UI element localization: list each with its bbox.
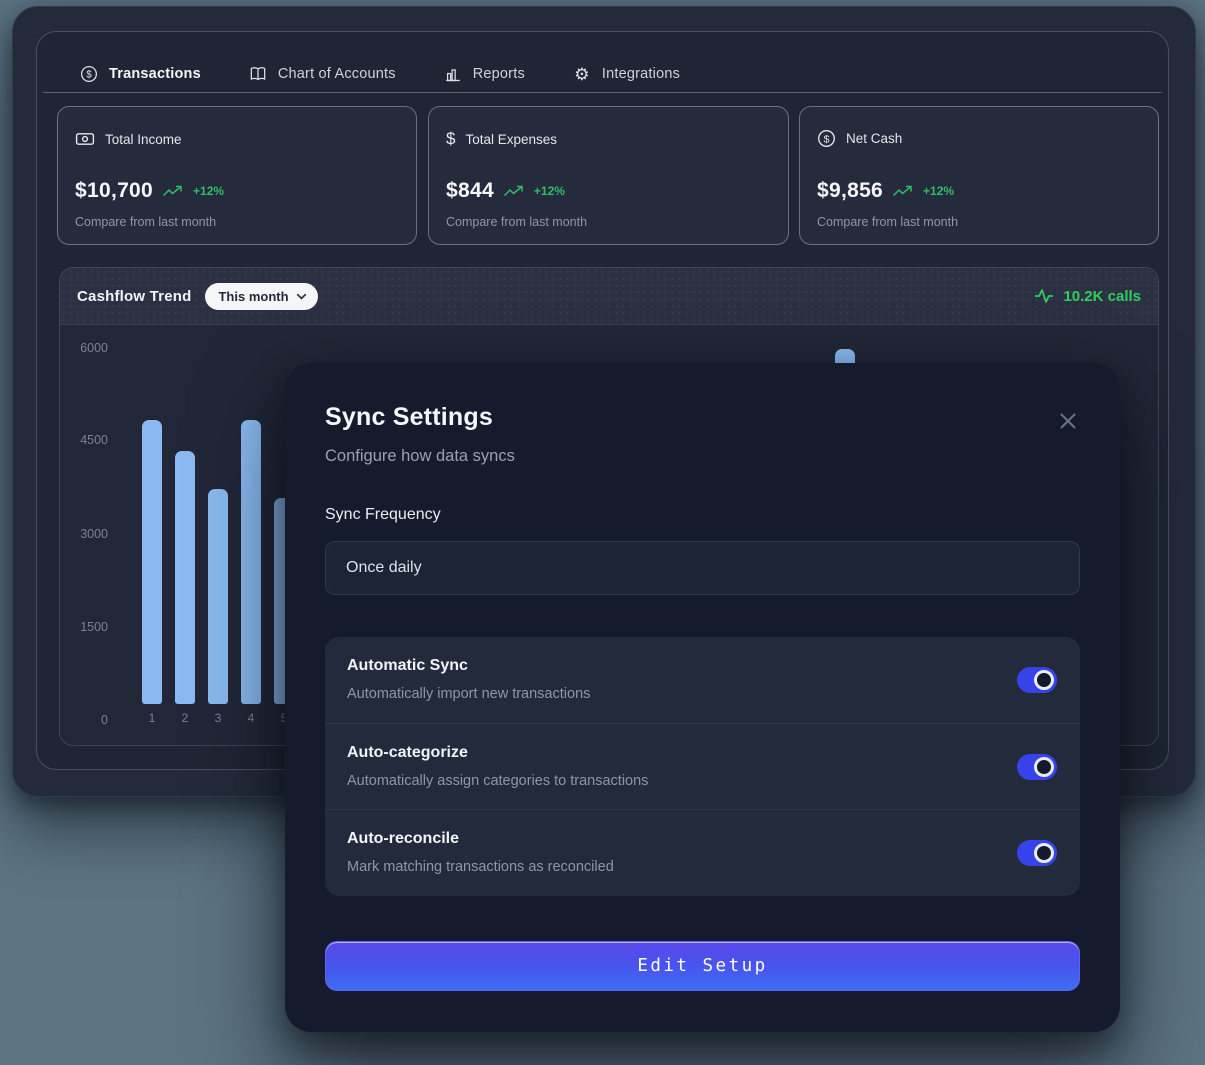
modal-title: Sync Settings bbox=[325, 403, 493, 432]
stat-title: Net Cash bbox=[846, 131, 902, 146]
stat-value: $9,856 bbox=[817, 179, 883, 203]
setting-description: Automatically import new transactions bbox=[347, 686, 590, 702]
dollar-circle-icon: $ bbox=[817, 129, 836, 148]
gear-icon: ⚙ bbox=[573, 65, 591, 83]
bar bbox=[175, 451, 195, 704]
svg-text:$: $ bbox=[824, 134, 830, 145]
setting-title: Auto-categorize bbox=[347, 744, 468, 762]
toggle-knob bbox=[1034, 757, 1054, 777]
tab-chart-of-accounts[interactable]: Chart of Accounts bbox=[249, 65, 396, 83]
calls-badge: 10.2K calls bbox=[1034, 288, 1141, 305]
bar bbox=[142, 420, 162, 704]
toggle-knob bbox=[1034, 670, 1054, 690]
stat-change: +12% bbox=[193, 184, 224, 198]
trend-up-icon bbox=[162, 185, 184, 198]
stat-title: Total Expenses bbox=[465, 132, 557, 147]
stat-compare: Compare from last month bbox=[75, 215, 216, 229]
range-label: This month bbox=[218, 289, 288, 304]
tab-label: Reports bbox=[473, 66, 525, 82]
x-axis-label: 1 bbox=[142, 711, 162, 725]
activity-icon bbox=[1034, 288, 1054, 304]
tab-reports[interactable]: Reports bbox=[444, 65, 525, 83]
bar bbox=[241, 420, 261, 704]
dollar-icon: $ bbox=[446, 129, 455, 149]
x-axis-label: 3 bbox=[208, 711, 228, 725]
stage: { "tabs": { "items": [ { "label": "Trans… bbox=[0, 0, 1205, 1065]
bar-chart-icon bbox=[444, 65, 462, 83]
toggle-knob bbox=[1034, 843, 1054, 863]
stat-card-total-expenses: $ Total Expenses $844 +12% Compare from … bbox=[428, 106, 789, 245]
tab-label: Transactions bbox=[109, 66, 201, 82]
stat-value: $844 bbox=[446, 179, 494, 203]
chart-title: Cashflow Trend bbox=[77, 288, 191, 305]
stat-head: $ Total Expenses bbox=[446, 129, 557, 149]
setting-description: Automatically assign categories to trans… bbox=[347, 773, 648, 789]
edit-setup-button[interactable]: Edit Setup bbox=[325, 941, 1080, 991]
chevron-down-icon bbox=[296, 293, 307, 300]
sync-frequency-label: Sync Frequency bbox=[325, 506, 441, 524]
stat-value-row: $9,856 +12% bbox=[817, 179, 954, 203]
svg-text:$: $ bbox=[86, 70, 92, 81]
sync-frequency-select[interactable]: Once daily bbox=[325, 541, 1080, 595]
stat-change: +12% bbox=[923, 184, 954, 198]
stat-compare: Compare from last month bbox=[446, 215, 587, 229]
tab-label: Integrations bbox=[602, 66, 680, 82]
tab-bar: $ Transactions Chart of Accounts bbox=[80, 56, 680, 92]
setting-row-auto-reconcile: Auto-reconcile Mark matching transaction… bbox=[325, 809, 1080, 895]
book-icon bbox=[249, 65, 267, 83]
x-axis-label: 4 bbox=[241, 711, 261, 725]
dollar-circle-icon: $ bbox=[80, 65, 98, 83]
y-axis-tick: 6000 bbox=[60, 341, 108, 355]
y-axis-tick: 3000 bbox=[60, 527, 108, 541]
stat-change: +12% bbox=[534, 184, 565, 198]
y-axis-tick: 1500 bbox=[60, 620, 108, 634]
chart-header: Cashflow Trend This month 1 bbox=[60, 268, 1158, 325]
stat-value: $10,700 bbox=[75, 179, 153, 203]
modal-subtitle: Configure how data syncs bbox=[325, 447, 515, 466]
stat-title: Total Income bbox=[105, 132, 182, 147]
x-axis-label: 2 bbox=[175, 711, 195, 725]
setting-title: Auto-reconcile bbox=[347, 830, 459, 848]
setting-row-automatic-sync: Automatic Sync Automatically import new … bbox=[325, 637, 1080, 723]
banknote-icon bbox=[75, 129, 95, 149]
close-icon[interactable] bbox=[1058, 411, 1078, 431]
stat-card-net-cash: $ Net Cash $9,856 +12% Compare from last… bbox=[799, 106, 1159, 245]
bar bbox=[208, 489, 228, 704]
trend-up-icon bbox=[892, 185, 914, 198]
tab-underline bbox=[43, 92, 1162, 93]
tab-transactions[interactable]: $ Transactions bbox=[80, 65, 201, 83]
setting-description: Mark matching transactions as reconciled bbox=[347, 859, 614, 875]
tab-label: Chart of Accounts bbox=[278, 66, 396, 82]
setting-title: Automatic Sync bbox=[347, 657, 468, 675]
sync-settings-modal: Sync Settings Configure how data syncs S… bbox=[285, 363, 1120, 1032]
stat-head: $ Net Cash bbox=[817, 129, 902, 148]
auto-reconcile-toggle[interactable] bbox=[1017, 840, 1057, 866]
stat-compare: Compare from last month bbox=[817, 215, 958, 229]
auto-categorize-toggle[interactable] bbox=[1017, 754, 1057, 780]
calls-label: 10.2K calls bbox=[1063, 288, 1141, 305]
tab-integrations[interactable]: ⚙ Integrations bbox=[573, 65, 680, 83]
range-selector[interactable]: This month bbox=[205, 283, 317, 310]
stat-head: Total Income bbox=[75, 129, 182, 149]
settings-card: Automatic Sync Automatically import new … bbox=[325, 637, 1080, 896]
stat-value-row: $844 +12% bbox=[446, 179, 565, 203]
automatic-sync-toggle[interactable] bbox=[1017, 667, 1057, 693]
y-axis-tick: 0 bbox=[60, 713, 108, 727]
edit-setup-label: Edit Setup bbox=[637, 956, 767, 976]
y-axis-tick: 4500 bbox=[60, 433, 108, 447]
stat-card-total-income: Total Income $10,700 +12% Compare from l… bbox=[57, 106, 417, 245]
stat-value-row: $10,700 +12% bbox=[75, 179, 224, 203]
setting-row-auto-categorize: Auto-categorize Automatically assign cat… bbox=[325, 723, 1080, 809]
trend-up-icon bbox=[503, 185, 525, 198]
